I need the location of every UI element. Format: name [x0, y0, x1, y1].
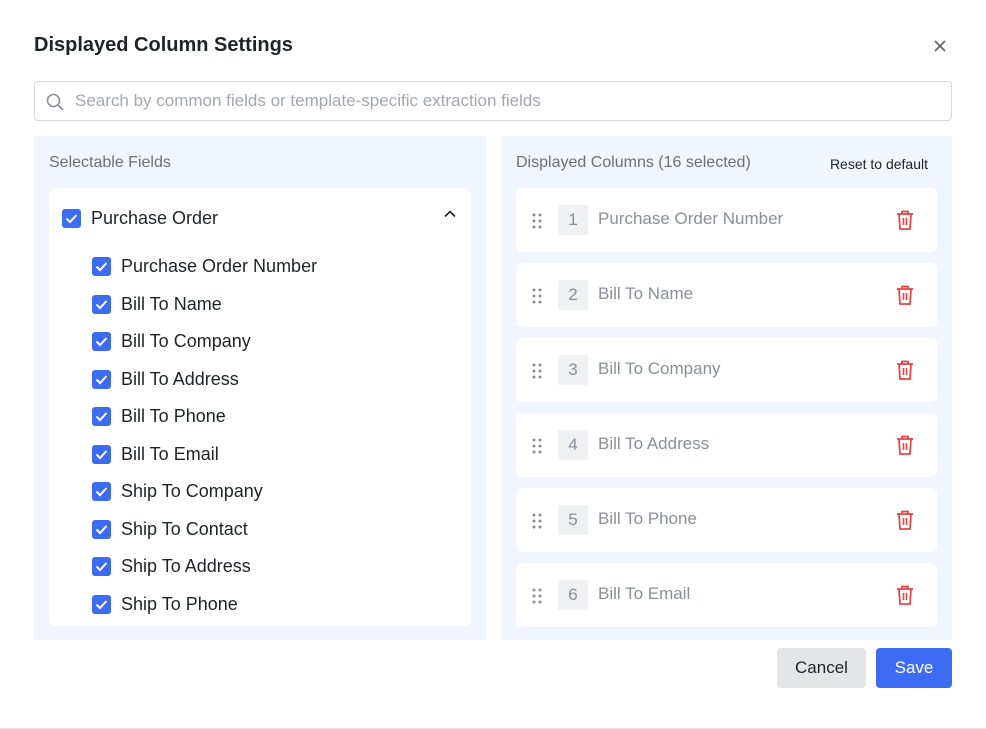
field-label: Ship To Company: [121, 481, 263, 502]
drag-handle-icon[interactable]: [530, 512, 544, 530]
field-label: Bill To Name: [121, 293, 222, 314]
dialog-title: Displayed Column Settings: [34, 34, 293, 56]
check-icon: [95, 600, 108, 610]
save-button[interactable]: Save: [876, 648, 952, 688]
column-index: 6: [558, 580, 588, 610]
column-item: 5 Bill To Phone: [516, 488, 937, 552]
field-item: Bill To Company: [92, 323, 452, 361]
group-purchase-order: Purchase Order: [62, 206, 456, 230]
field-checkbox[interactable]: [92, 557, 111, 577]
displayed-columns-title: Displayed Columns (16 selected): [516, 154, 751, 171]
column-label: Bill To Email: [598, 584, 691, 603]
column-list: 1 Purchase Order Number 2 Bill To Name 3 Bill…: [516, 188, 937, 638]
column-item: 6 Bill To Email: [516, 563, 937, 627]
field-checkbox[interactable]: [92, 594, 111, 614]
field-item: [92, 623, 452, 626]
trash-icon[interactable]: [894, 359, 916, 381]
drag-handle-icon[interactable]: [530, 437, 544, 455]
drag-handle-icon[interactable]: [530, 587, 544, 605]
column-index: 3: [558, 355, 588, 385]
field-checkbox[interactable]: [92, 407, 111, 427]
selectable-fields-title: Selectable Fields: [49, 154, 171, 171]
search-icon: [46, 93, 64, 111]
search-box: [34, 81, 952, 121]
field-label: Purchase Order Number: [121, 256, 318, 277]
trash-icon[interactable]: [894, 209, 916, 231]
field-label: Ship To Contact: [121, 518, 248, 539]
cancel-button[interactable]: Cancel: [777, 648, 866, 688]
field-tree: Purchase Order Purchase Order Number Bill…: [49, 188, 471, 626]
field-checkbox[interactable]: [92, 444, 111, 464]
check-icon: [95, 262, 108, 272]
column-label: Bill To Phone: [598, 509, 697, 528]
close-button[interactable]: [928, 34, 952, 58]
field-item: Ship To Contact: [92, 511, 452, 549]
check-icon: [95, 525, 108, 535]
trash-icon[interactable]: [894, 284, 916, 306]
check-icon: [95, 487, 108, 497]
column-index: 2: [558, 280, 588, 310]
field-label: Ship To Address: [121, 556, 251, 577]
check-icon: [95, 450, 108, 460]
check-icon: [95, 337, 108, 347]
column-label: Bill To Company: [598, 359, 721, 378]
check-icon: [65, 213, 78, 223]
reset-to-default-link[interactable]: Reset to default: [830, 156, 928, 172]
drag-handle-icon[interactable]: [530, 362, 544, 380]
field-list: Purchase Order Number Bill To Name Bill To…: [92, 248, 452, 626]
field-label: Bill To Email: [121, 443, 219, 464]
column-label: Purchase Order Number: [598, 209, 784, 228]
field-item: Ship To Phone: [92, 586, 452, 624]
group-label: Purchase Order: [91, 207, 219, 228]
column-label: Bill To Address: [598, 434, 710, 453]
field-label: Bill To Company: [121, 331, 251, 352]
column-item: 4 Bill To Address: [516, 413, 937, 477]
drag-handle-icon[interactable]: [530, 287, 544, 305]
trash-icon[interactable]: [894, 434, 916, 456]
column-index: 5: [558, 505, 588, 535]
search-input[interactable]: [75, 82, 935, 120]
column-item: 3 Bill To Company: [516, 338, 937, 402]
field-label: Ship To Phone: [121, 593, 238, 614]
selectable-fields-panel: Selectable Fields Purchase Order Purchas…: [34, 136, 486, 640]
group-checkbox[interactable]: [62, 208, 81, 228]
column-label: Bill To Name: [598, 284, 694, 303]
drag-handle-icon[interactable]: [530, 212, 544, 230]
column-settings-dialog: Displayed Column Settings Selectable Fie…: [0, 0, 986, 729]
column-index: 1: [558, 205, 588, 235]
trash-icon[interactable]: [894, 509, 916, 531]
column-index: 4: [558, 430, 588, 460]
field-checkbox[interactable]: [92, 369, 111, 389]
column-item: 1 Purchase Order Number: [516, 188, 937, 252]
field-checkbox[interactable]: [92, 482, 111, 502]
field-item: Bill To Email: [92, 436, 452, 474]
field-checkbox[interactable]: [92, 257, 111, 277]
displayed-columns-panel: Displayed Columns (16 selected) Reset to…: [501, 136, 952, 640]
check-icon: [95, 375, 108, 385]
check-icon: [95, 300, 108, 310]
field-checkbox[interactable]: [92, 332, 111, 352]
field-item: Purchase Order Number: [92, 248, 452, 286]
check-icon: [95, 412, 108, 422]
close-icon: [934, 40, 946, 52]
trash-icon[interactable]: [894, 584, 916, 606]
field-item: Bill To Address: [92, 361, 452, 399]
field-checkbox[interactable]: [92, 519, 111, 539]
column-item: 2 Bill To Name: [516, 263, 937, 327]
field-label: Bill To Address: [121, 368, 239, 389]
check-icon: [95, 562, 108, 572]
chevron-up-icon[interactable]: [444, 210, 456, 218]
field-item: Ship To Company: [92, 473, 452, 511]
field-item: Bill To Name: [92, 286, 452, 324]
field-checkbox[interactable]: [92, 294, 111, 314]
field-label: Bill To Phone: [121, 406, 226, 427]
field-item: Ship To Address: [92, 548, 452, 586]
field-item: Bill To Phone: [92, 398, 452, 436]
